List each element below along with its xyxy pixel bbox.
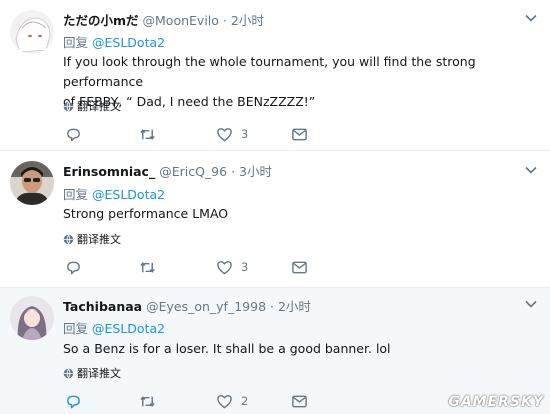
- translate-button[interactable]: 翻译推文: [63, 231, 121, 247]
- reply-context: 回复 @ESLDota2: [63, 318, 165, 337]
- reply-button[interactable]: [65, 258, 82, 276]
- like-icon: [217, 394, 232, 408]
- chevron-down-icon[interactable]: [524, 297, 538, 311]
- reply-button[interactable]: [65, 125, 82, 143]
- tweet-2[interactable]: Erinsomniac_ @EricQ_96 · 3小时 回复 @ESLDota…: [0, 151, 550, 288]
- retweet-icon: [140, 261, 155, 273]
- dm-button[interactable]: [291, 125, 308, 143]
- dm-icon: [292, 128, 307, 140]
- tweet-text-line: Strong performance LMAO: [63, 206, 229, 221]
- author-name[interactable]: Tachibanaa: [63, 299, 142, 314]
- avatar[interactable]: [10, 10, 54, 54]
- avatar[interactable]: [10, 296, 54, 340]
- author-handle[interactable]: @Eyes_on_yf_1998: [146, 299, 266, 314]
- action-bar: 3: [63, 125, 323, 143]
- translate-button[interactable]: 翻译推文: [63, 98, 121, 114]
- retweet-button[interactable]: [139, 125, 156, 143]
- globe-icon: [63, 368, 74, 378]
- tweet-header: ただの小mだ @MoonEvilo · 2小时: [63, 10, 264, 29]
- retweet-button[interactable]: [139, 258, 156, 276]
- separator-dot: ·: [222, 13, 227, 28]
- reply-prefix: 回复: [63, 187, 89, 202]
- reply-prefix: 回复: [63, 35, 89, 50]
- like-icon: [217, 260, 232, 274]
- retweet-button[interactable]: [139, 392, 156, 410]
- reply-icon: [67, 261, 80, 274]
- avatar-image: [10, 296, 54, 340]
- chevron-down-icon[interactable]: [524, 163, 538, 177]
- reply-icon: [67, 395, 80, 408]
- like-count: 3: [241, 127, 249, 141]
- separator-dot: ·: [270, 299, 274, 314]
- reply-mention[interactable]: @ESLDota2: [92, 35, 165, 50]
- separator-dot: ·: [231, 164, 236, 179]
- reply-icon: [67, 128, 80, 141]
- tweet-text-line: If you look through the whole tournament…: [63, 54, 476, 89]
- translate-label: 翻译推文: [77, 233, 121, 246]
- like-count: 2: [241, 394, 249, 408]
- avatar-image: [10, 10, 54, 54]
- author-name[interactable]: Erinsomniac_: [63, 164, 155, 179]
- like-button[interactable]: 2: [216, 392, 248, 410]
- reply-prefix: 回复: [63, 321, 89, 336]
- like-button[interactable]: 3: [216, 258, 248, 276]
- author-handle[interactable]: @MoonEvilo: [143, 13, 219, 28]
- chevron-down-icon[interactable]: [524, 11, 538, 25]
- dm-button[interactable]: [291, 258, 308, 276]
- author-handle[interactable]: @EricQ_96: [159, 164, 227, 179]
- timestamp[interactable]: 2小时: [231, 13, 264, 28]
- reply-button[interactable]: [65, 392, 82, 410]
- like-count: 3: [241, 260, 249, 274]
- dm-icon: [292, 395, 307, 407]
- author-name[interactable]: ただの小mだ: [63, 13, 139, 28]
- action-bar: 3: [63, 258, 323, 276]
- tweet-text: Strong performance LMAO: [63, 204, 533, 224]
- globe-icon: [63, 101, 74, 111]
- like-icon: [217, 127, 232, 141]
- translate-button[interactable]: 翻译推文: [63, 365, 121, 381]
- timestamp[interactable]: 3小时: [239, 164, 272, 179]
- reply-context: 回复 @ESLDota2: [63, 32, 165, 51]
- retweet-icon: [140, 128, 155, 140]
- action-bar: 2: [63, 392, 323, 410]
- tweet-1[interactable]: ただの小mだ @MoonEvilo · 2小时 回复 @ESLDota2 If …: [0, 0, 550, 151]
- reply-context: 回复 @ESLDota2: [63, 184, 165, 203]
- avatar-image: [10, 161, 54, 205]
- tweet-text: If you look through the whole tournament…: [63, 52, 533, 112]
- tweet-text-line: of FEBBY, “ Dad, I need the BENzZZZZ!”: [63, 94, 316, 109]
- watermark: GAMERSKY: [448, 394, 544, 410]
- like-button[interactable]: 3: [216, 125, 248, 143]
- reply-mention[interactable]: @ESLDota2: [92, 321, 165, 336]
- dm-button[interactable]: [291, 392, 308, 410]
- tweet-header: Tachibanaa @Eyes_on_yf_1998 · 2小时: [63, 296, 311, 315]
- avatar[interactable]: [10, 161, 54, 205]
- dm-icon: [292, 261, 307, 273]
- reply-mention[interactable]: @ESLDota2: [92, 187, 165, 202]
- translate-label: 翻译推文: [77, 100, 121, 113]
- retweet-icon: [140, 395, 155, 407]
- tweet-text-line: So a Benz is for a loser. It shall be a …: [63, 341, 391, 356]
- tweet-header: Erinsomniac_ @EricQ_96 · 3小时: [63, 161, 272, 180]
- globe-icon: [63, 234, 74, 244]
- translate-label: 翻译推文: [77, 367, 121, 380]
- timestamp[interactable]: 2小时: [278, 299, 311, 314]
- tweet-text: So a Benz is for a loser. It shall be a …: [63, 339, 533, 359]
